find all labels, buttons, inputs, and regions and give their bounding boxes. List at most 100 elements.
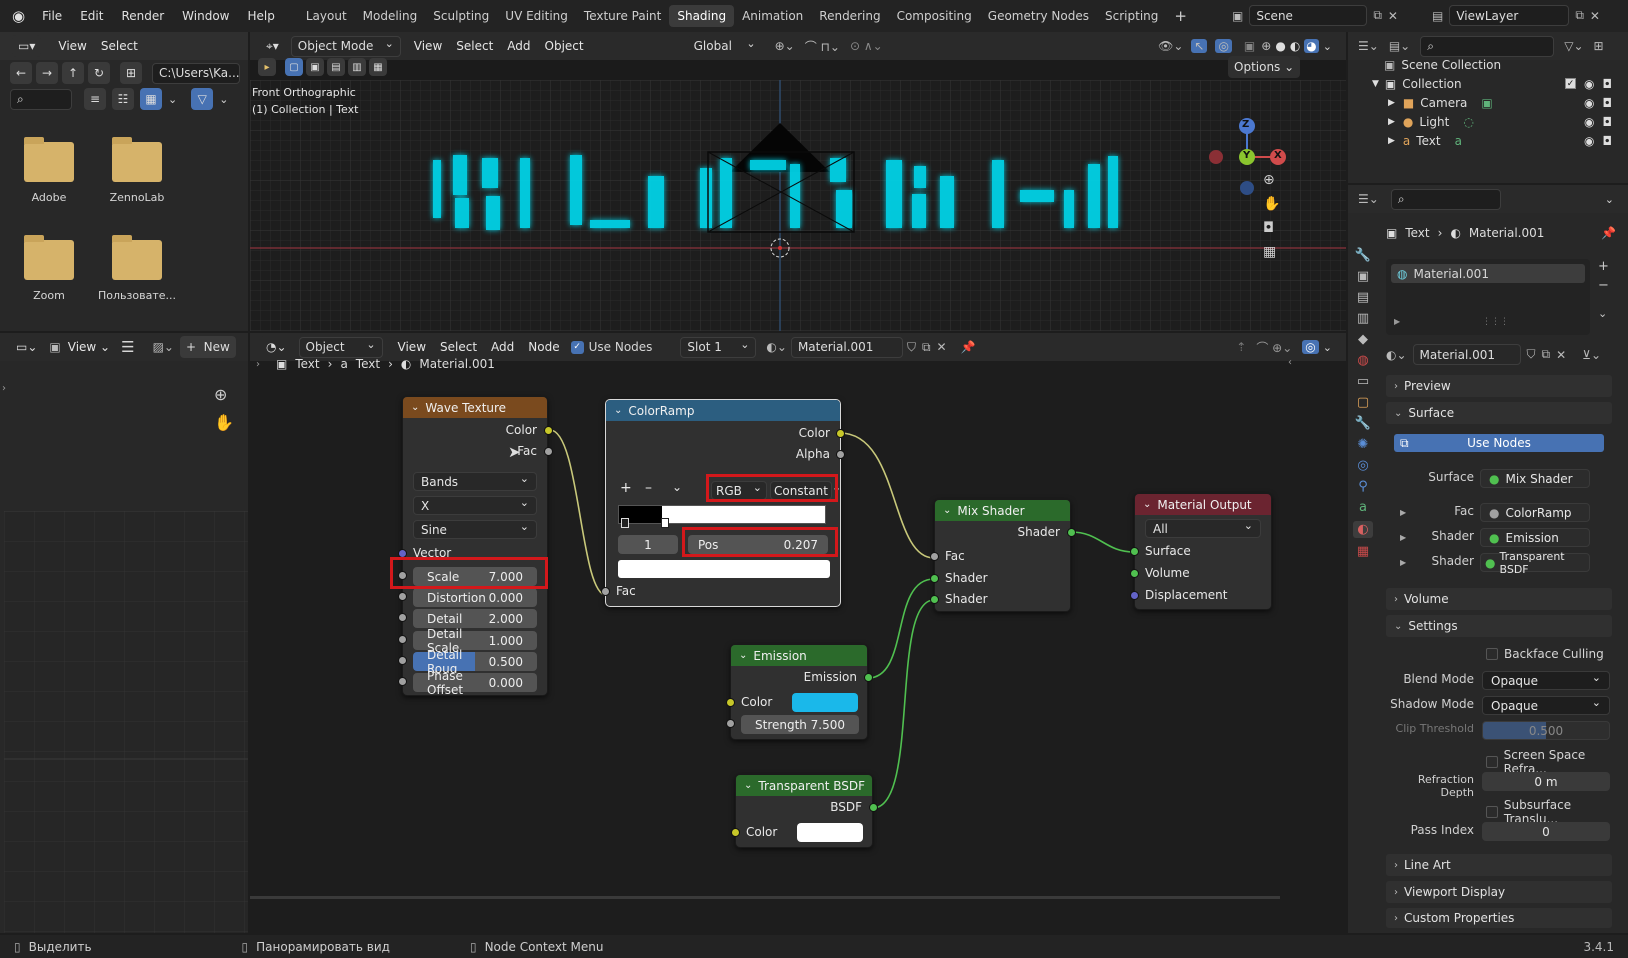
tab-shading[interactable]: Shading bbox=[669, 5, 735, 27]
blend-mode-dropdown[interactable]: Opaque bbox=[1482, 671, 1610, 690]
collection-tab-icon[interactable]: ▭ bbox=[1357, 374, 1369, 389]
camera-view-icon[interactable]: ◘ bbox=[1263, 220, 1280, 236]
node-header[interactable]: ⌄ Mix Shader bbox=[935, 500, 1070, 521]
editor-type-icon[interactable]: ☰⌄ bbox=[1358, 192, 1379, 206]
select-intersect-icon[interactable]: ▦ bbox=[369, 58, 387, 76]
camera-render-icon[interactable]: ◘ bbox=[1603, 115, 1613, 129]
wave-type-dropdown[interactable]: Bands bbox=[413, 472, 537, 491]
chevron-down-icon[interactable]: ⌄ bbox=[1323, 40, 1332, 53]
color-ramp-bar[interactable] bbox=[618, 505, 826, 524]
image-mode-icon[interactable]: ▣ bbox=[49, 340, 60, 354]
mix-fac-in-socket[interactable] bbox=[930, 552, 939, 561]
eye-icon[interactable]: ◉ bbox=[1584, 77, 1594, 91]
world-tab-icon[interactable]: ◍ bbox=[1357, 353, 1368, 368]
volume-in-socket[interactable] bbox=[1130, 569, 1139, 578]
folder-item[interactable]: ZennoLab bbox=[102, 137, 172, 204]
scene-tab-icon[interactable]: ◆ bbox=[1358, 332, 1368, 347]
remove-stop-button[interactable]: – bbox=[645, 480, 652, 496]
image-browse-icon[interactable]: ▨⌄ bbox=[153, 340, 174, 354]
backface-culling-checkbox[interactable]: Backface Culling bbox=[1486, 647, 1604, 661]
scene-icon[interactable]: ▣ bbox=[1232, 9, 1243, 23]
tool-tab-icon[interactable]: 🔧 bbox=[1355, 248, 1371, 263]
fac-input-field[interactable]: ● ColorRamp bbox=[1480, 503, 1590, 522]
material-tab-icon[interactable]: ◐ bbox=[1353, 521, 1373, 538]
options-button[interactable]: Options ⌄ bbox=[1228, 56, 1301, 78]
filter-icon[interactable]: ▽⌄ bbox=[1564, 39, 1583, 53]
material-output-node[interactable]: ⌄ Material Output All Surface Volume Disp… bbox=[1134, 493, 1272, 610]
collapse-icon[interactable]: ⌄ bbox=[744, 780, 752, 791]
object-tab-icon[interactable]: ▢ bbox=[1357, 395, 1369, 410]
ie-menu-view[interactable]: View ⌄ bbox=[61, 340, 117, 354]
node-editor-scrollbar[interactable] bbox=[250, 896, 1280, 899]
node-header[interactable]: ⌄ Material Output bbox=[1135, 494, 1271, 515]
output-tab-icon[interactable]: ▤ bbox=[1357, 290, 1369, 305]
browse-node-icon[interactable]: ⊻⌄ bbox=[1582, 348, 1601, 362]
eye-icon[interactable]: ◉ bbox=[1584, 134, 1594, 148]
pin-icon[interactable]: 📌 bbox=[1601, 226, 1616, 240]
material-name-field[interactable]: Material.001 bbox=[1412, 344, 1521, 365]
surface-shader-field[interactable]: ● Mix Shader bbox=[1480, 469, 1590, 488]
collapse-icon[interactable]: ⌄ bbox=[1143, 499, 1151, 510]
data-tab-icon[interactable]: a bbox=[1359, 500, 1367, 515]
thumb-list-icon[interactable]: ☷ bbox=[112, 88, 134, 110]
section-preview[interactable]: › Preview bbox=[1386, 375, 1612, 397]
collapse-icon[interactable]: ⌄ bbox=[614, 405, 622, 416]
folder-item[interactable]: Adobe bbox=[14, 137, 84, 204]
tab-animation[interactable]: Animation bbox=[734, 5, 811, 27]
bsdf-out-socket[interactable] bbox=[869, 803, 878, 812]
new-collection-icon[interactable]: ⊞ bbox=[1594, 39, 1604, 53]
expand-icon[interactable]: ▼ bbox=[1372, 79, 1379, 89]
ramp-alpha-out-socket[interactable] bbox=[836, 450, 845, 459]
chevron-down-icon[interactable]: ⌄ bbox=[168, 93, 177, 106]
vp-menu-object[interactable]: Object bbox=[538, 39, 591, 53]
snap-icon[interactable]: ⌒ ⊓⌄ bbox=[805, 38, 840, 55]
menu-edit[interactable]: Edit bbox=[71, 9, 112, 23]
forward-arrow-icon[interactable]: → bbox=[36, 62, 58, 84]
ie-tools-toggle[interactable]: › bbox=[2, 383, 6, 394]
tab-rendering[interactable]: Rendering bbox=[811, 5, 888, 27]
pass-index-field[interactable]: 0 bbox=[1482, 822, 1610, 841]
fb-search-input[interactable]: ⌕ bbox=[10, 88, 72, 110]
tab-geometry-nodes[interactable]: Geometry Nodes bbox=[980, 5, 1097, 27]
modifier-tab-icon[interactable]: 🔧 bbox=[1355, 416, 1371, 431]
shading-wire-icon[interactable]: ⊕ bbox=[1261, 39, 1271, 53]
menu-file[interactable]: File bbox=[33, 9, 71, 23]
shadow-mode-dropdown[interactable]: Opaque bbox=[1482, 696, 1610, 715]
visibility-icon[interactable]: 👁⌄ bbox=[1158, 39, 1183, 53]
proportional-icon[interactable]: ⊙ ∧⌄ bbox=[850, 39, 883, 53]
viewport-3d[interactable]: ⌖▾ Object Mode View Select Add Object Gl… bbox=[250, 32, 1346, 331]
tab-modeling[interactable]: Modeling bbox=[355, 5, 426, 27]
phase-offset-field[interactable]: Phase Offset 0.000 bbox=[413, 669, 537, 697]
outliner-search-input[interactable]: ⌕ bbox=[1420, 35, 1555, 57]
fake-user-icon[interactable]: ⛉ bbox=[1527, 347, 1536, 362]
emission-out-socket[interactable] bbox=[864, 673, 873, 682]
slot-list-resize-icon[interactable]: ⋮⋮⋮ bbox=[1482, 317, 1509, 327]
shader1-input-field[interactable]: ● Emission bbox=[1480, 528, 1590, 547]
input-socket[interactable] bbox=[398, 635, 407, 644]
tab-compositing[interactable]: Compositing bbox=[889, 5, 980, 27]
wave-profile-dropdown[interactable]: Sine bbox=[413, 520, 537, 539]
expand-icon[interactable]: ▶ bbox=[1388, 98, 1395, 108]
hand-pan-icon[interactable]: ✋ bbox=[214, 413, 234, 432]
editor-type-icon[interactable]: ⌖▾ bbox=[260, 35, 285, 57]
eye-icon[interactable]: ◉ bbox=[1584, 115, 1594, 129]
scene-selector[interactable]: Scene bbox=[1249, 5, 1368, 26]
collapse-icon[interactable]: ⌄ bbox=[739, 650, 747, 661]
image-editor[interactable]: ▭⌄ ▣ View ⌄ ☰ ▨⌄ + New › ⊕ ✋ bbox=[0, 333, 248, 933]
unlink-icon[interactable]: ✕ bbox=[1556, 348, 1566, 362]
camera-render-icon[interactable]: ◘ bbox=[1603, 134, 1613, 148]
wave-fac-socket[interactable] bbox=[544, 447, 553, 456]
section-settings[interactable]: ⌄ Settings bbox=[1386, 615, 1612, 637]
expand-icon[interactable]: ▶ bbox=[1388, 136, 1395, 146]
folder-item[interactable]: Пользовате... bbox=[96, 235, 178, 302]
particles-tab-icon[interactable]: ✺ bbox=[1358, 437, 1369, 452]
material-slot-list[interactable]: ◍ Material.001 ▶ ⋮⋮⋮ bbox=[1386, 259, 1590, 335]
ramp-color-out-socket[interactable] bbox=[836, 429, 845, 438]
texture-tab-icon[interactable]: ▦ bbox=[1357, 544, 1369, 559]
input-socket[interactable] bbox=[398, 656, 407, 665]
overlay-icon[interactable]: ◎ bbox=[1215, 39, 1232, 53]
tab-texture-paint[interactable]: Texture Paint bbox=[576, 5, 669, 27]
node-header[interactable]: ⌄ Transparent BSDF bbox=[736, 775, 872, 796]
fb-menu-select[interactable]: Select bbox=[94, 39, 145, 53]
remove-slot-button[interactable]: − bbox=[1598, 278, 1609, 293]
